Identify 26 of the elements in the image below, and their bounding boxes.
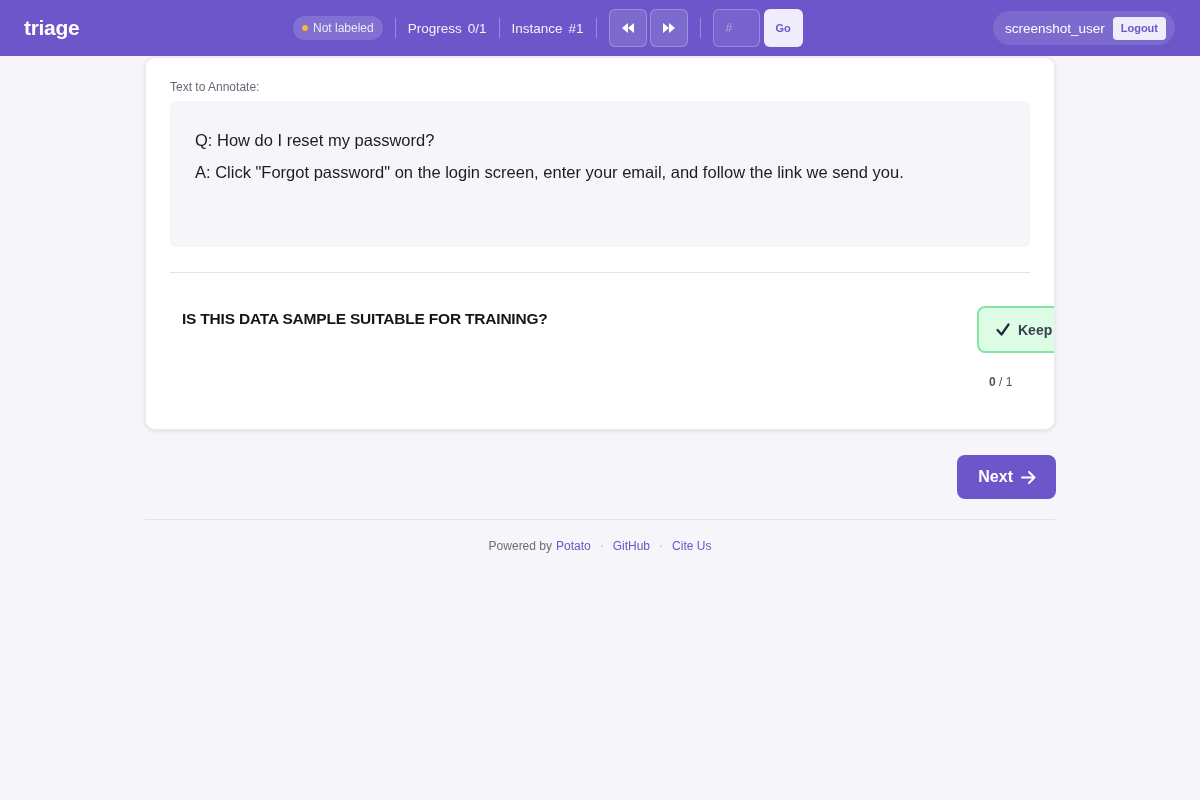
username: screenshot_user <box>1004 20 1105 36</box>
text-line: Q: How do I reset my password? <box>195 130 436 151</box>
footer-link[interactable]: Cite Us <box>672 539 712 553</box>
next-instance-button[interactable] <box>649 9 688 47</box>
footer-link[interactable]: Potato <box>556 539 591 553</box>
rewind-icon <box>621 23 634 33</box>
instance-value: #1 <box>568 20 584 36</box>
logo[interactable]: triage <box>24 16 80 40</box>
logout-button[interactable]: Logout <box>1112 16 1166 40</box>
powered-by-label: Powered by <box>488 539 552 553</box>
status-label: Not labeled <box>313 21 374 35</box>
question-title: IS THIS DATA SAMPLE SUITABLE FOR TRAINING? <box>182 310 548 328</box>
text-line: A: Click "Forgot password" on the login screen, enter your email, and follow the link we send you. <box>195 162 905 183</box>
instance-label: Instance <box>511 20 563 36</box>
next-button[interactable]: Next <box>957 455 1056 499</box>
progress-counter: 0 / 1 <box>989 375 1013 389</box>
text-label: Text to Annotate: <box>170 80 261 94</box>
go-button[interactable]: Go <box>763 9 803 47</box>
progress-label: Progress <box>407 20 462 36</box>
progress-value: 0/1 <box>467 20 487 36</box>
fast-forward-icon <box>662 23 675 33</box>
footer-link[interactable]: GitHub <box>612 539 651 553</box>
previous-button[interactable] <box>608 9 647 47</box>
arrow-right-icon <box>1021 470 1036 484</box>
check-icon <box>996 323 1010 336</box>
option-button[interactable]: Keep <box>977 306 1054 353</box>
